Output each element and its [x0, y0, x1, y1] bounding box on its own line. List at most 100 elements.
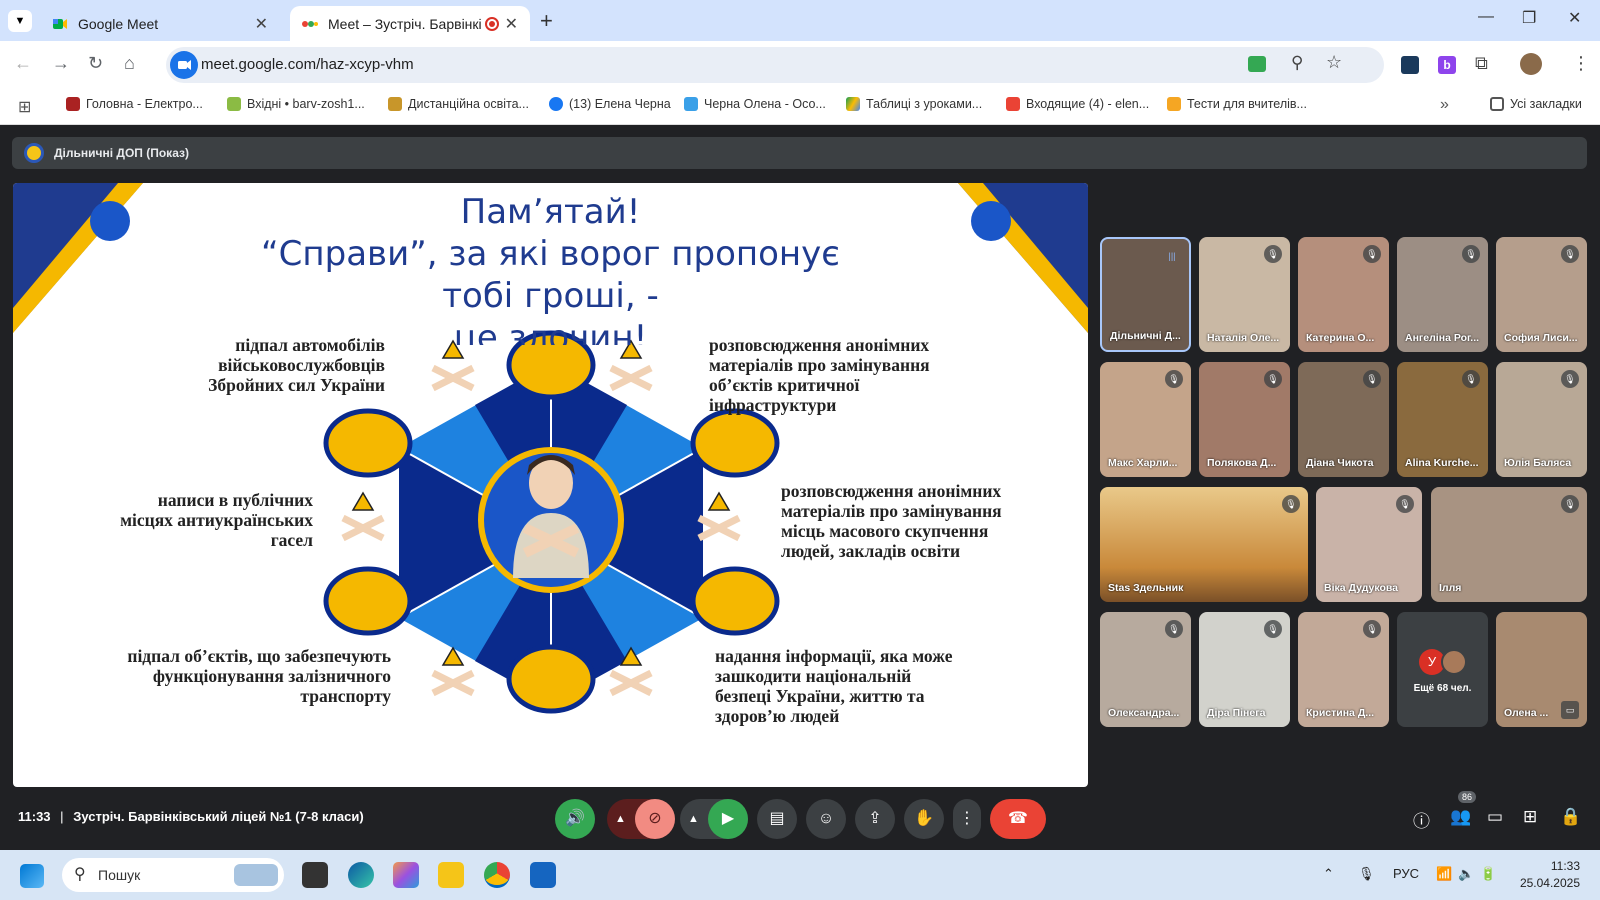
store-icon[interactable]: [530, 862, 556, 888]
present-button[interactable]: ⇪: [855, 799, 895, 839]
more-participants-tile[interactable]: У Ещё 68 чел.: [1397, 612, 1488, 727]
participant-tile[interactable]: 🎙 Юлія Баляса: [1496, 362, 1587, 477]
chrome-icon[interactable]: [484, 862, 510, 888]
task-view-icon[interactable]: [302, 862, 328, 888]
close-window-icon[interactable]: ✕: [1568, 8, 1581, 28]
participant-tile[interactable]: 🎙 Ілля: [1431, 487, 1587, 602]
participant-tile[interactable]: 🎙 Stas Здельник: [1100, 487, 1308, 602]
apps-grid-icon[interactable]: ⊞: [18, 97, 31, 117]
mic-off-icon: 🎙: [1462, 370, 1480, 388]
participant-tile[interactable]: 🎙 Катерина О...: [1298, 237, 1389, 352]
camera-in-use-icon[interactable]: [1248, 56, 1266, 72]
camera-button[interactable]: ▲ ▶: [680, 799, 748, 839]
folder-icon: [1490, 97, 1504, 111]
participant-tile[interactable]: 🎙 Наталія Оле...: [1199, 237, 1290, 352]
participant-tile[interactable]: 🎙 Віка Дудукова: [1316, 487, 1422, 602]
bookmark-7[interactable]: Входящие (4) - elen...: [1006, 97, 1149, 111]
present-screen-icon: ⇪: [868, 810, 882, 827]
more-bookmarks-chevron-icon[interactable]: »: [1440, 96, 1449, 114]
zoom-icon[interactable]: ⚲: [1291, 53, 1303, 73]
mic-options-chevron-icon: ▲: [615, 813, 626, 825]
mic-button[interactable]: ▲ ⊘: [607, 799, 675, 839]
edge-icon[interactable]: [348, 862, 374, 888]
tab-google-meet[interactable]: Google Meet ✕: [40, 6, 280, 41]
bookmark-6[interactable]: Таблиці з уроками...: [846, 97, 982, 111]
input-language[interactable]: РУС: [1393, 866, 1419, 881]
emoji-icon: ☺: [817, 810, 835, 827]
participant-tile[interactable]: 🎙 Макс Харли...: [1100, 362, 1191, 477]
participant-tile[interactable]: 🎙 Олександра...: [1100, 612, 1191, 727]
site-info-icon[interactable]: [170, 51, 198, 79]
close-tab-icon[interactable]: ✕: [505, 14, 518, 34]
address-bar[interactable]: meet.google.com/haz-xcyp-vhm ⚲ ☆: [166, 47, 1384, 83]
participant-tile[interactable]: 🎙 Alina Kurche...: [1397, 362, 1488, 477]
all-bookmarks-folder[interactable]: Усі закладки: [1490, 97, 1582, 111]
presenter-bar: Дільничні ДОП (Показ): [12, 137, 1587, 169]
extensions-puzzle-icon[interactable]: ⧉: [1475, 53, 1488, 74]
bookmark-2[interactable]: Вхідні • barv-zosh1...: [227, 97, 365, 111]
speaking-indicator-icon: |||: [1168, 251, 1176, 261]
tab-meet-active[interactable]: Meet – Зустріч. Барвінківсь ✕: [290, 6, 530, 41]
chrome-menu-icon[interactable]: ⋮: [1572, 53, 1590, 74]
host-controls-lock-icon[interactable]: 🔒: [1560, 807, 1581, 827]
activities-grid-icon[interactable]: ⊞: [1523, 807, 1537, 827]
extension-b-icon[interactable]: b: [1438, 56, 1456, 74]
windows-start-icon[interactable]: [20, 864, 44, 888]
more-vertical-icon: ⋮: [959, 810, 975, 827]
mic-off-icon: 🎙: [1165, 620, 1183, 638]
minimize-icon[interactable]: —: [1478, 8, 1494, 26]
new-tab-plus-icon[interactable]: +: [540, 8, 553, 34]
bookmark-8[interactable]: Тести для вчителів...: [1167, 97, 1307, 111]
end-call-icon: ☎: [1008, 810, 1028, 827]
participant-tile[interactable]: ▭ Олена ...: [1496, 612, 1587, 727]
end-call-button[interactable]: ☎: [990, 799, 1046, 839]
captions-icon: ▤: [769, 810, 785, 827]
forward-arrow-icon[interactable]: →: [52, 53, 70, 74]
mic-off-icon: 🎙: [1264, 245, 1282, 263]
taskbar-clock[interactable]: 11:33 25.04.2025: [1508, 858, 1580, 892]
speaker-button[interactable]: 🔊: [555, 799, 595, 839]
participant-tile[interactable]: 🎙 София Лиси...: [1496, 237, 1587, 352]
chat-icon[interactable]: ▭: [1487, 807, 1503, 827]
participant-tile[interactable]: ||| Дільничні Д...: [1100, 237, 1191, 352]
copilot-icon[interactable]: [393, 862, 419, 888]
extension-blue-icon[interactable]: [1401, 56, 1419, 74]
browser-toolbar: ← → ↻ ⌂ meet.google.com/haz-xcyp-vhm ⚲ ☆…: [0, 41, 1600, 89]
close-tab-icon[interactable]: ✕: [255, 14, 268, 34]
wifi-icon[interactable]: 📶: [1436, 866, 1452, 882]
mic-off-icon: 🎙: [1264, 370, 1282, 388]
mic-off-icon: 🎙: [1363, 245, 1381, 263]
taskbar-search[interactable]: ⚲ Пошук: [62, 858, 284, 892]
participants-badge: 86: [1458, 791, 1477, 803]
tray-chevron-up-icon[interactable]: ⌃: [1323, 866, 1334, 882]
bookmark-3[interactable]: Дистанційна освіта...: [388, 97, 529, 111]
bookmark-4[interactable]: (13) Елена Черна: [549, 97, 671, 111]
reactions-button[interactable]: ☺: [806, 799, 846, 839]
bookmark-1[interactable]: Головна - Електро...: [66, 97, 203, 111]
mic-off-icon: 🎙: [1282, 495, 1300, 513]
home-icon[interactable]: ⌂: [124, 53, 135, 74]
captions-button[interactable]: ▤: [757, 799, 797, 839]
raise-hand-button[interactable]: ✋: [904, 799, 944, 839]
bookmark-star-icon[interactable]: ☆: [1326, 52, 1342, 73]
bookmark-5[interactable]: Черна Олена - Осо...: [684, 97, 826, 111]
inbox-favicon-icon: [227, 97, 241, 111]
participant-tile[interactable]: 🎙 Діана Чикота: [1298, 362, 1389, 477]
participant-tile[interactable]: 🎙 Діра Пінега: [1199, 612, 1290, 727]
participant-tile[interactable]: 🎙 Кристина Д...: [1298, 612, 1389, 727]
more-options-button[interactable]: ⋮: [953, 799, 981, 839]
people-icon[interactable]: 👥: [1450, 807, 1471, 827]
participant-tile[interactable]: 🎙 Ангеліна Рог...: [1397, 237, 1488, 352]
participant-tile[interactable]: 🎙 Полякова Д...: [1199, 362, 1290, 477]
profile-avatar[interactable]: [1520, 53, 1542, 75]
reload-icon[interactable]: ↻: [88, 53, 103, 74]
battery-icon[interactable]: 🔋: [1480, 866, 1496, 882]
restore-icon[interactable]: ❐: [1522, 8, 1536, 28]
volume-icon[interactable]: 🔈: [1458, 866, 1474, 882]
file-explorer-icon[interactable]: [438, 862, 464, 888]
tab-search-chevron-down-icon[interactable]: ▼: [8, 10, 32, 32]
back-arrow-icon[interactable]: ←: [14, 53, 32, 74]
microphone-icon[interactable]: 🎙: [1358, 866, 1375, 882]
meeting-details-icon[interactable]: ⓘ: [1413, 807, 1430, 832]
google-drive-icon: [846, 97, 860, 111]
